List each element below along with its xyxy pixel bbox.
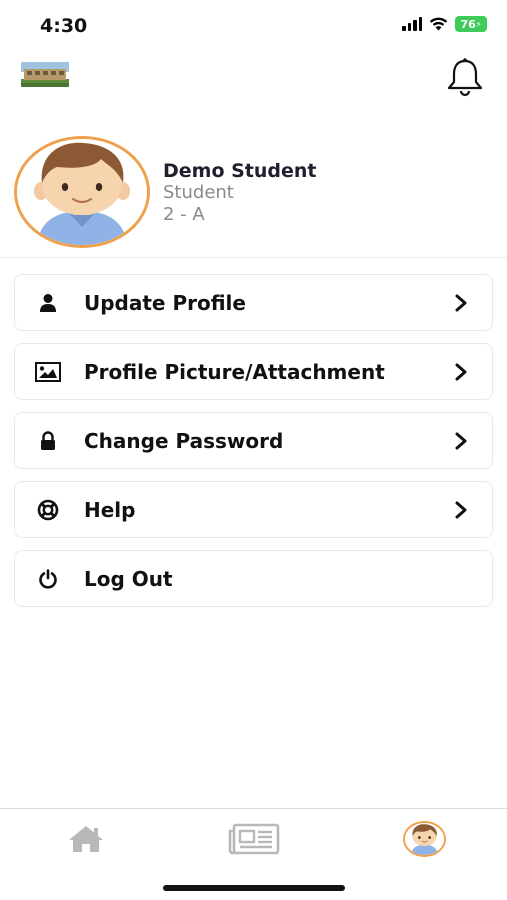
status-time: 4:30 — [40, 15, 88, 37]
signal-icon — [402, 17, 422, 31]
menu-item-label: Help — [84, 497, 136, 522]
bell-icon[interactable] — [444, 56, 486, 98]
menu-item-change-password[interactable]: Change Password — [14, 412, 493, 469]
chevron-right-icon — [455, 363, 467, 380]
power-icon — [35, 568, 61, 590]
menu-item-log-out[interactable]: Log Out — [14, 550, 493, 607]
menu-item-update-profile[interactable]: Update Profile — [14, 274, 493, 331]
battery-level: 76 — [460, 17, 476, 31]
status-icons: 76 ⚡ — [402, 16, 487, 32]
chevron-right-icon — [455, 294, 467, 311]
school-logo[interactable] — [21, 62, 69, 87]
profile-name: Demo Student — [163, 160, 317, 182]
tab-news[interactable] — [228, 821, 280, 857]
avatar[interactable] — [14, 136, 150, 248]
header — [0, 50, 507, 110]
image-icon — [35, 361, 61, 383]
menu-item-label: Log Out — [84, 566, 173, 591]
avatar-icon — [402, 821, 446, 857]
user-icon — [35, 292, 61, 314]
tab-profile[interactable] — [402, 821, 446, 857]
newspaper-icon — [228, 823, 280, 855]
menu-item-label: Update Profile — [84, 290, 246, 315]
chevron-right-icon — [455, 432, 467, 449]
profile-info: Demo Student Student 2 - A — [163, 160, 317, 226]
lifebuoy-icon — [35, 499, 61, 521]
profile-role: Student — [163, 182, 234, 203]
status-bar: 4:30 76 ⚡ — [0, 0, 507, 50]
tab-home[interactable] — [66, 821, 106, 857]
chevron-right-icon — [455, 501, 467, 518]
menu-item-label: Profile Picture/Attachment — [84, 359, 385, 384]
home-icon — [69, 826, 103, 852]
settings-menu: Update Profile Profile Picture/Attachmen… — [14, 274, 493, 619]
profile-card: Demo Student Student 2 - A — [0, 130, 507, 258]
menu-item-help[interactable]: Help — [14, 481, 493, 538]
battery-icon: 76 ⚡ — [455, 16, 487, 32]
wifi-icon — [429, 17, 448, 31]
menu-item-label: Change Password — [84, 428, 284, 453]
profile-class: 2 - A — [163, 204, 205, 225]
lock-icon — [35, 430, 61, 452]
home-indicator[interactable] — [163, 885, 345, 891]
menu-item-profile-picture[interactable]: Profile Picture/Attachment — [14, 343, 493, 400]
